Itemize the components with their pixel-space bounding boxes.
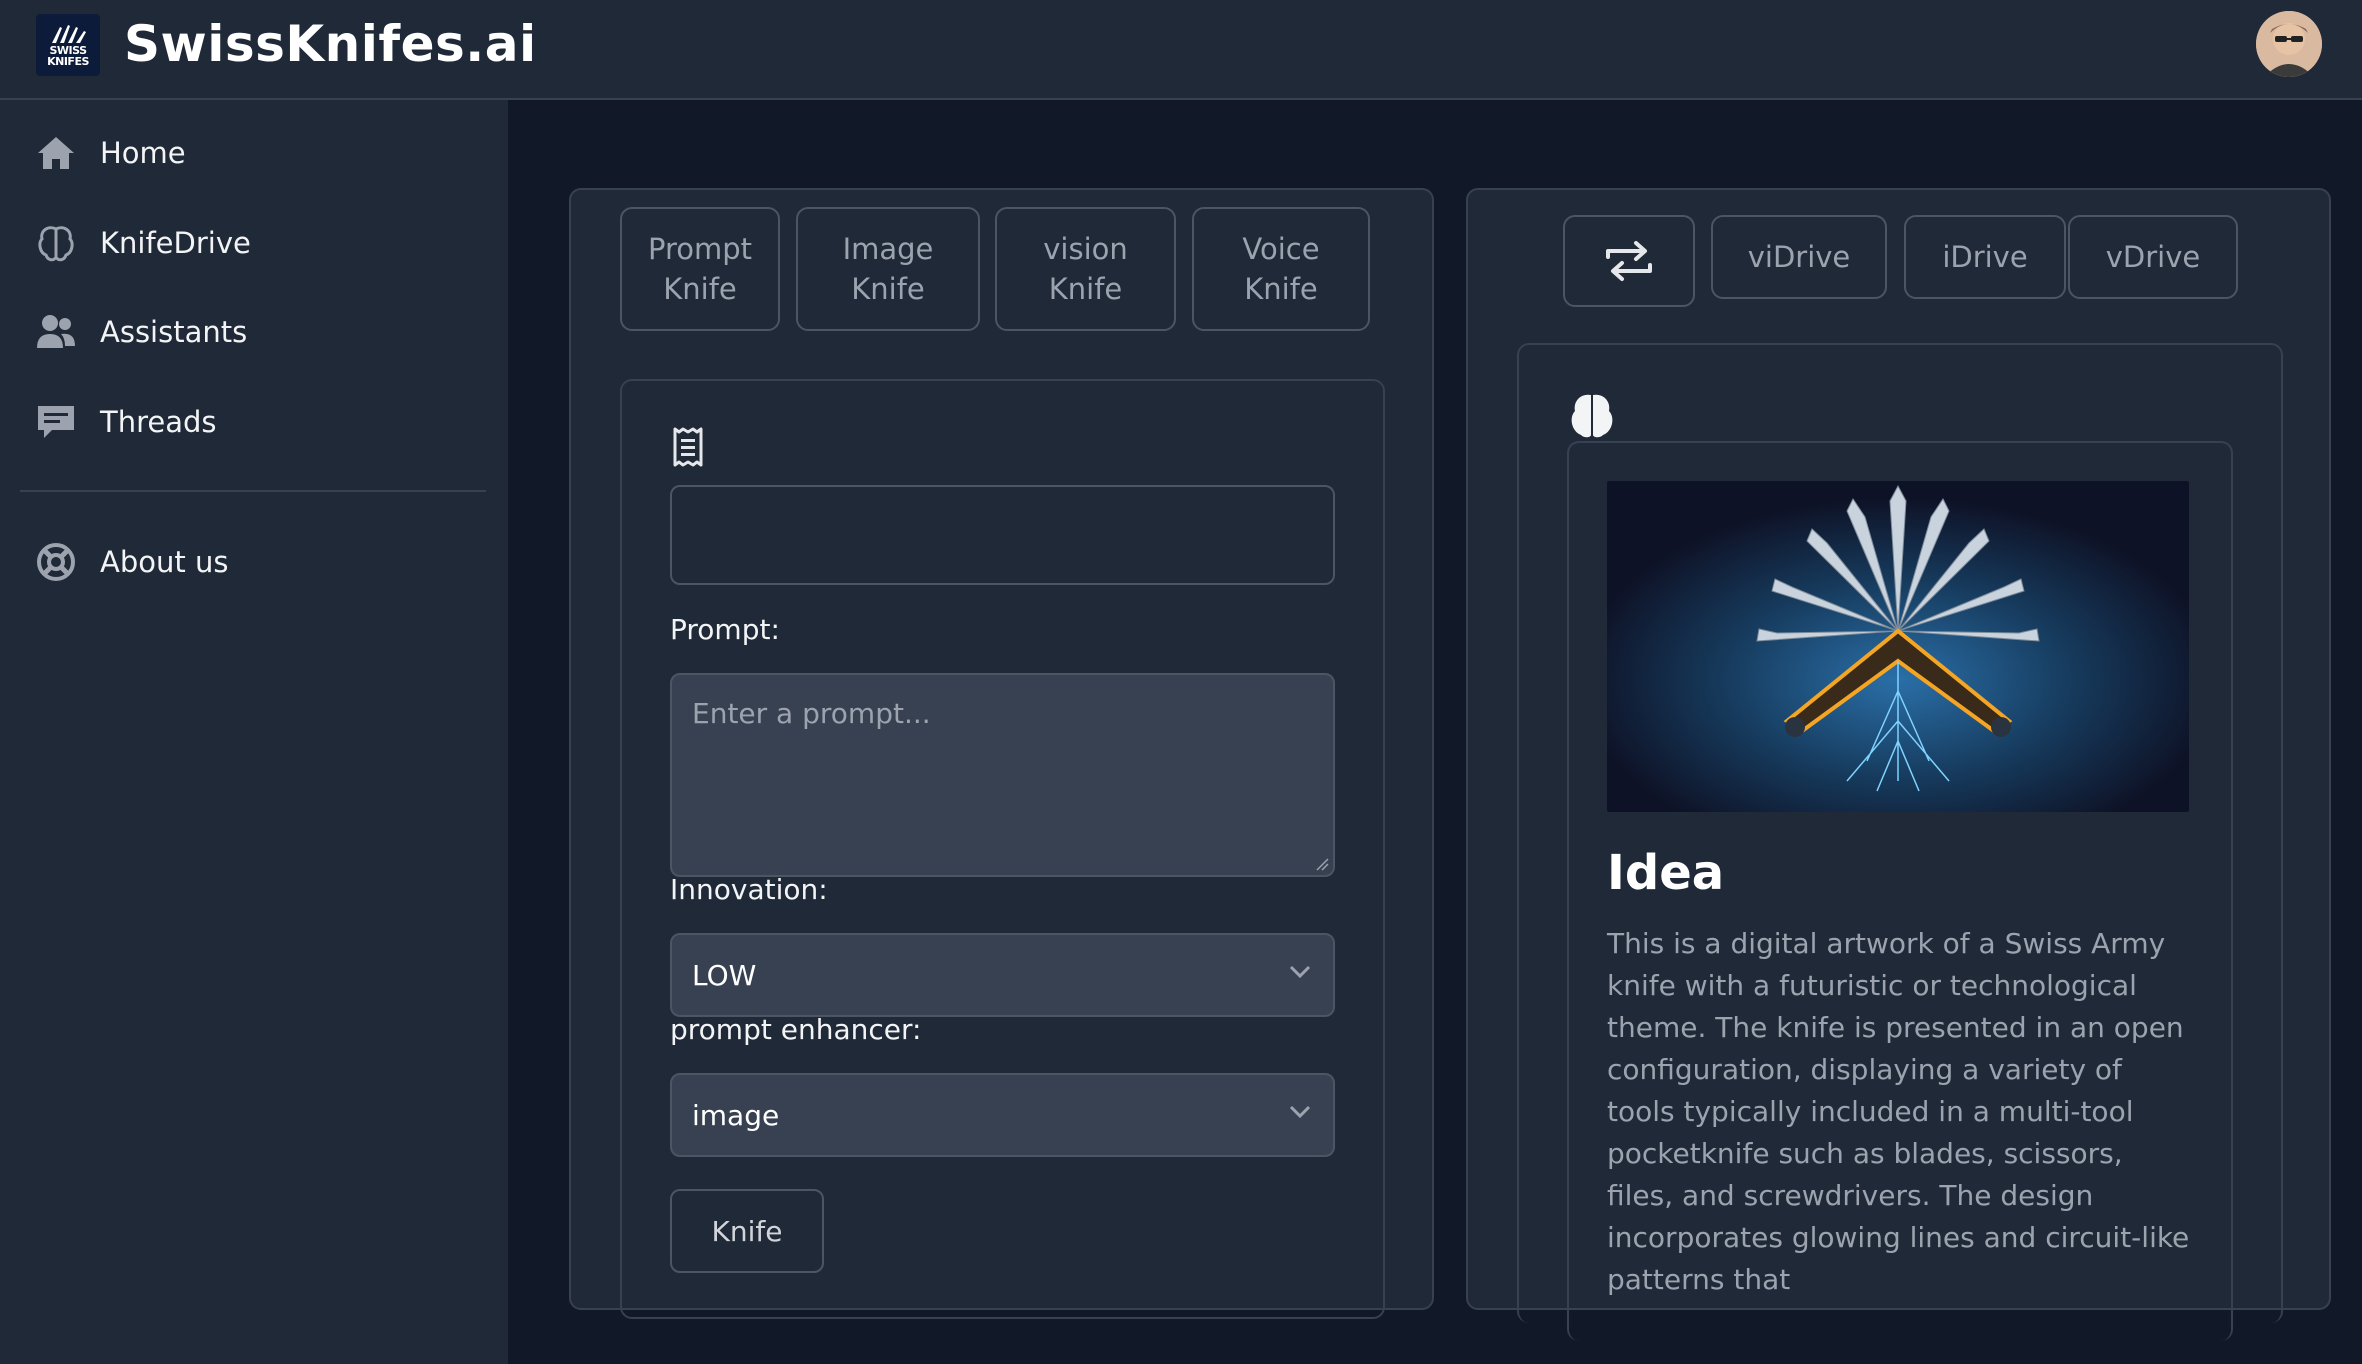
tab-label: Voice Knife [1242,232,1320,306]
tab-idrive[interactable]: iDrive [1904,215,2066,299]
tab-label: Image Knife [842,232,934,306]
sidebar-divider [20,490,486,492]
chevron-down-icon [1289,965,1311,979]
prompt-enhancer-value: image [692,1098,780,1132]
prompt-enhancer-label: prompt enhancer: [670,1013,922,1046]
tab-vdrive[interactable]: vDrive [2068,215,2238,299]
tab-label: Prompt Knife [647,232,753,306]
avatar-portrait [2256,11,2322,77]
resize-handle-icon[interactable] [1315,857,1329,871]
tab-label: vDrive [2105,240,2201,274]
generated-image[interactable] [1607,481,2189,812]
sidebar-item-label: KnifeDrive [100,226,251,260]
drive-panel: viDrive iDrive vDrive Idea This is a dig… [1466,188,2331,1341]
knife-fan-icon [52,25,86,43]
sidebar: Home KnifeDrive Assistants Threads About… [0,100,508,1364]
lifebuoy-icon [34,540,78,584]
sidebar-item-label: Home [100,136,186,170]
top-bar: SWISS KNIFES SwissKnifes.ai [0,0,2362,100]
sidebar-item-threads[interactable]: Threads [34,394,474,450]
sidebar-item-home[interactable]: Home [34,125,474,181]
innovation-value: LOW [692,958,757,992]
logo-text-line2: KNIFES [47,55,89,68]
tab-prompt-knife[interactable]: Prompt Knife [620,207,780,331]
receipt-icon [672,427,704,471]
sidebar-item-assistants[interactable]: Assistants [34,304,474,360]
swap-icon [1606,241,1652,281]
tab-vidrive[interactable]: viDrive [1711,215,1887,299]
knife-panel: Prompt Knife Image Knife vision Knife Vo… [569,188,1434,1319]
swissknifes-logo[interactable]: SWISS KNIFES [36,14,100,76]
tab-label: viDrive [1747,240,1851,274]
users-icon [34,310,78,354]
prompt-placeholder: Enter a prompt... [692,697,931,730]
title-input[interactable] [670,485,1335,585]
user-avatar[interactable] [2256,11,2322,77]
prompt-enhancer-select[interactable]: image [670,1073,1335,1157]
prompt-form-card: Prompt: Enter a prompt... Innovation: LO… [620,379,1385,1319]
tab-label: iDrive [1942,240,2028,274]
home-icon [34,131,78,175]
result-card: Idea This is a digital artwork of a Swis… [1567,441,2233,1341]
result-outer-card: Idea This is a digital artwork of a Swis… [1517,343,2283,1341]
tab-label: vision Knife [1043,232,1128,306]
brand-title[interactable]: SwissKnifes.ai [124,16,537,72]
sidebar-item-label: Threads [100,405,217,439]
sidebar-item-about-us[interactable]: About us [34,534,474,590]
knife-submit-button[interactable]: Knife [670,1189,824,1273]
chat-icon [34,400,78,444]
chevron-down-icon [1289,1105,1311,1119]
swap-drive-button[interactable] [1563,215,1695,307]
sidebar-item-label: Assistants [100,315,248,349]
tab-vision-knife[interactable]: vision Knife [995,207,1176,331]
sidebar-item-knifedrive[interactable]: KnifeDrive [34,215,474,271]
prompt-textarea[interactable]: Enter a prompt... [670,673,1335,877]
sidebar-item-label: About us [100,545,229,579]
innovation-label: Innovation: [670,873,828,906]
innovation-select[interactable]: LOW [670,933,1335,1017]
brain-icon [34,221,78,265]
tab-image-knife[interactable]: Image Knife [796,207,980,331]
brain-icon [1567,391,1617,445]
prompt-label: Prompt: [670,613,780,646]
result-title: Idea [1607,845,1725,901]
result-description: This is a digital artwork of a Swiss Arm… [1607,927,2190,1296]
tab-voice-knife[interactable]: Voice Knife [1192,207,1370,331]
